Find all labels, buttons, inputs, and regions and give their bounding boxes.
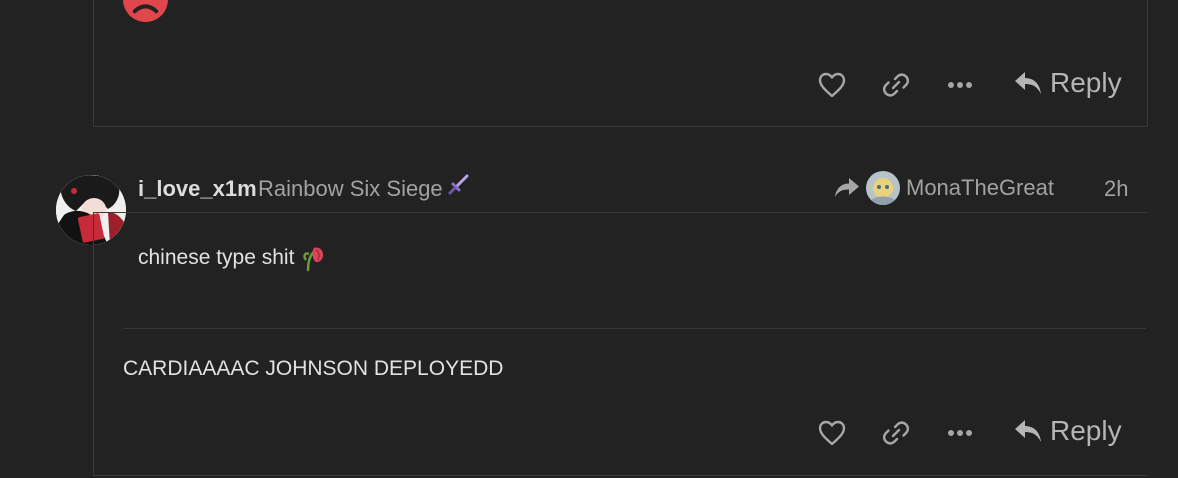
quoted-reply[interactable]: chinese type shit xyxy=(138,244,326,272)
link-icon xyxy=(882,421,910,445)
previous-post-card xyxy=(93,0,1148,127)
link-icon xyxy=(882,73,910,97)
ellipsis-icon xyxy=(948,430,972,436)
like-button[interactable] xyxy=(816,418,848,448)
more-options-button[interactable] xyxy=(944,418,976,448)
reply-to-username: MonaTheGreat xyxy=(906,175,1054,200)
reply-arrow-icon xyxy=(1015,420,1041,442)
copy-link-button[interactable] xyxy=(880,418,912,448)
reply-arrow-icon xyxy=(1015,72,1041,94)
user-flair: Rainbow Six Siege xyxy=(258,176,443,201)
copy-link-button[interactable] xyxy=(880,70,912,100)
heart-icon xyxy=(818,420,846,446)
reply-to-link[interactable]: MonaTheGreat xyxy=(834,170,1054,206)
sad-face-icon[interactable] xyxy=(122,0,169,23)
like-button[interactable] xyxy=(816,70,848,100)
reply-to-avatar xyxy=(866,171,900,205)
quote-text: chinese type shit xyxy=(138,246,295,269)
sword-icon xyxy=(448,174,469,195)
reply-label: Reply xyxy=(1050,67,1122,98)
reply-button[interactable]: Reply xyxy=(1014,415,1122,447)
post-body: CARDIAAAAC JOHNSON DEPLOYEDD xyxy=(123,357,504,380)
wilted-flower-icon xyxy=(303,247,324,272)
heart-icon xyxy=(818,72,846,98)
share-arrow-icon xyxy=(835,178,859,197)
reply-label: Reply xyxy=(1050,415,1122,446)
quote-divider xyxy=(123,328,1146,329)
ellipsis-icon xyxy=(948,82,972,88)
more-options-button[interactable] xyxy=(944,70,976,100)
post-username[interactable]: i_love_x1m xyxy=(138,176,257,202)
post-timestamp[interactable]: 2h xyxy=(1104,176,1128,202)
reply-button[interactable]: Reply xyxy=(1014,67,1122,99)
